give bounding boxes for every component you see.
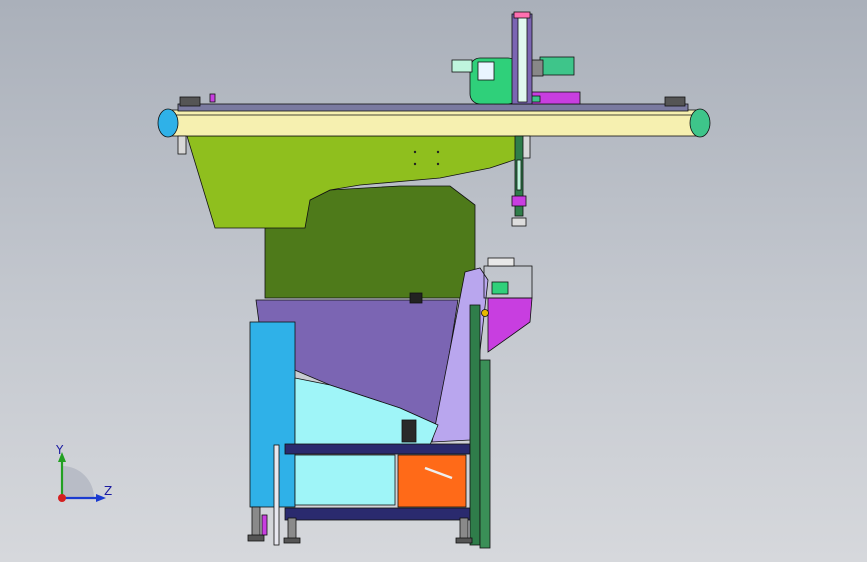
chute-bracket [409,292,423,304]
top-beam-rail [177,103,689,112]
gantry-motor-window [477,61,495,81]
cabinet-orange-box [397,454,467,508]
side-magenta-module [487,297,533,353]
gantry-side-motor [539,56,575,76]
cabinet-dark-bracket [401,419,417,443]
top-beam [171,109,698,137]
cad-viewport[interactable] [0,0,867,562]
side-green-sensor [491,281,509,295]
right-beam-cap [689,108,711,138]
beam-magenta-tag [209,93,216,103]
gripper-tip [511,217,527,227]
vertical-mast-cap [513,11,531,19]
gripper-head [511,195,527,207]
gantry-motor-cap [451,59,473,73]
vertical-mast-inner [517,15,528,103]
vertical-rail-right [479,359,491,549]
leg-left [251,506,261,538]
leg-left-foot [247,534,265,542]
cabinet-frame-top [284,443,471,455]
leg-right-foot [455,537,473,544]
vertical-rail-left [469,304,481,546]
triad-quadrant [62,466,94,498]
beam-end-block-right [664,96,686,107]
leg-mid [287,517,297,541]
side-cylinder [487,257,515,267]
rail-bolt [481,309,489,317]
leg-mid-foot [283,537,301,544]
leg-right [459,517,469,541]
z-axis-label: Z [104,484,112,498]
leg-left-magenta [261,514,268,536]
machine-assembly [157,11,711,549]
vertical-arm-slot [516,159,522,191]
lower-cabinet-cyan [249,321,296,508]
x-axis-dot [58,494,66,502]
cabinet-lower-light-cyan [294,454,396,506]
cabinet-white-post [273,444,280,546]
y-axis-label: Y [55,443,64,457]
coordinate-triad: Y Z [55,443,112,502]
left-beam-cap [157,108,179,138]
left-clamp [177,135,187,155]
beam-end-block-left [179,96,201,107]
cabinet-frame-bottom [284,507,471,521]
